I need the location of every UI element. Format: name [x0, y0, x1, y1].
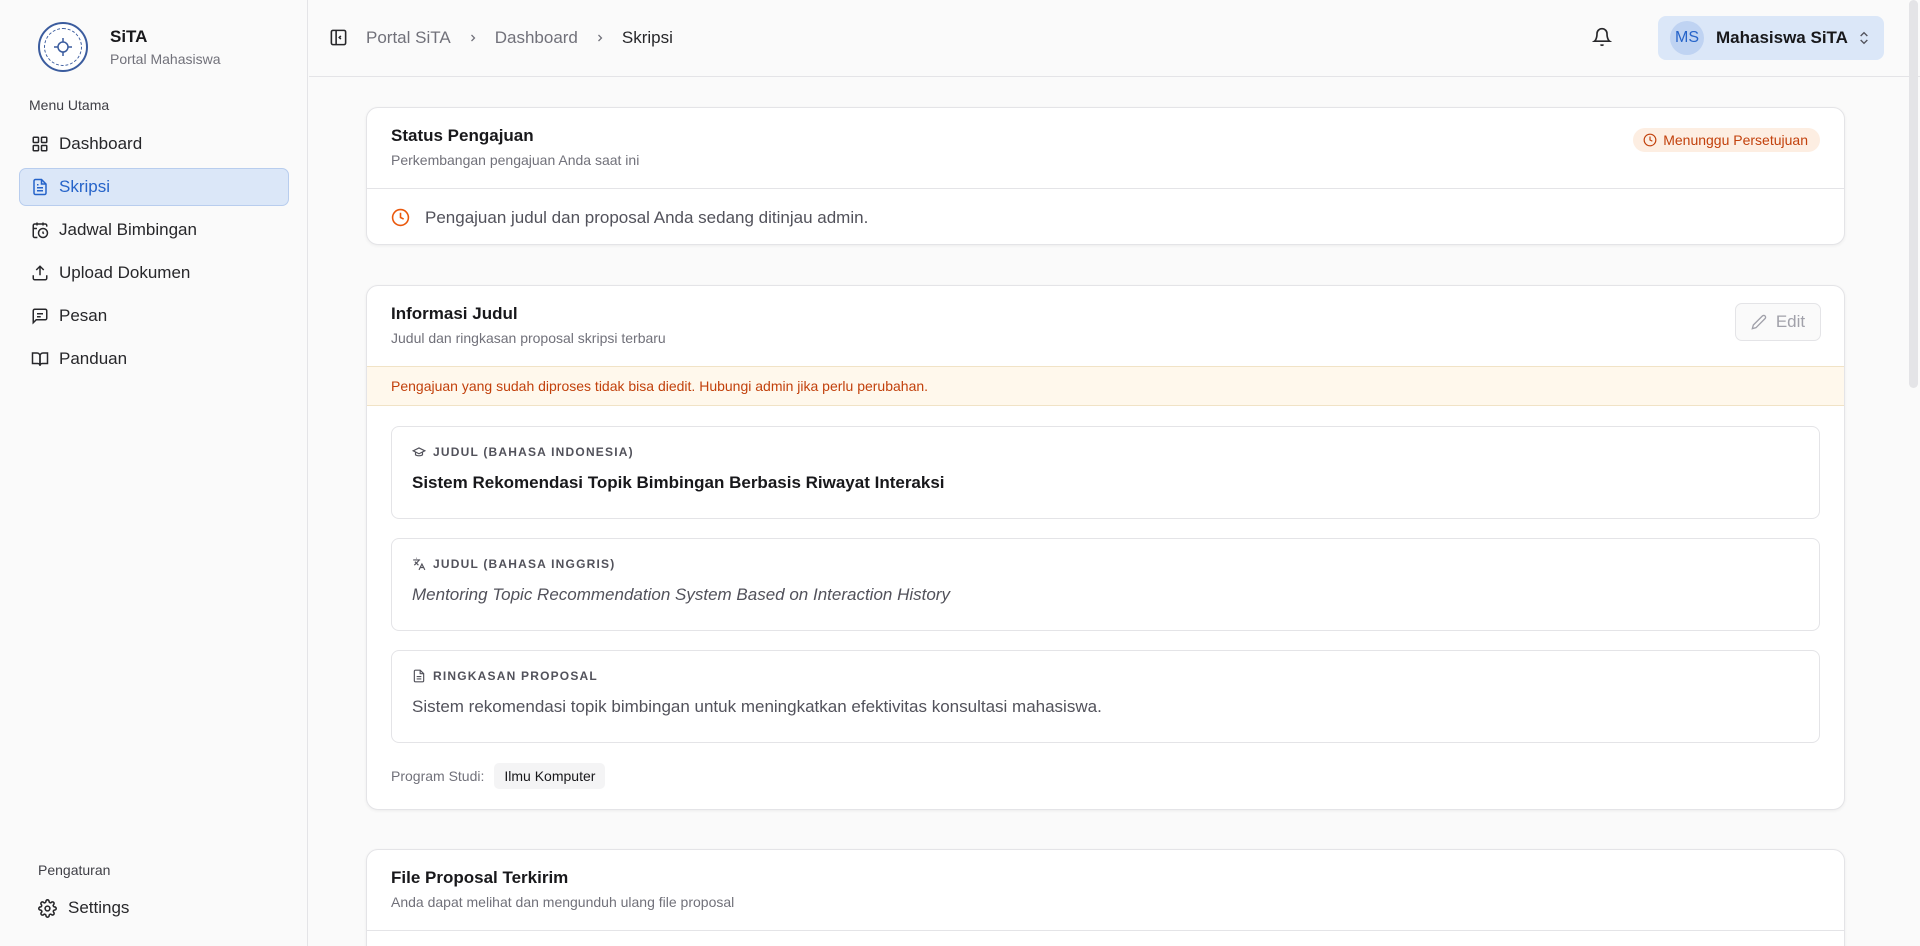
brand-subtitle: Portal Mahasiswa: [110, 51, 221, 67]
status-message: Pengajuan judul dan proposal Anda sedang…: [425, 207, 869, 227]
settings-label-text: Settings: [68, 898, 130, 917]
sidebar-item-label: Panduan: [59, 349, 128, 368]
file-card-title: File Proposal Terkirim: [391, 868, 569, 887]
status-card-title: Status Pengajuan: [391, 126, 534, 145]
breadcrumb-item-current: Skripsi: [621, 28, 673, 47]
clock-icon: [1643, 133, 1657, 147]
settings-section-label: Pengaturan: [38, 862, 111, 878]
menu-section-label: Menu Utama: [29, 97, 110, 113]
program-studi-label: Program Studi:: [391, 768, 485, 784]
gear-icon: [38, 898, 57, 918]
info-card-title: Informasi Judul: [391, 304, 518, 323]
sidebar-item-label: Skripsi: [59, 177, 111, 196]
calendar-clock-icon: [32, 222, 49, 239]
main-nav: Dashboard Skripsi Jadwal Bimbingan Uploa…: [19, 125, 289, 383]
sidebar-item-label: Jadwal Bimbingan: [59, 220, 197, 239]
field-value: Sistem Rekomendasi Topik Bimbingan Berba…: [412, 473, 945, 492]
field-label: RINGKASAN PROPOSAL: [433, 669, 598, 683]
file-text-icon: [413, 669, 425, 683]
clock-icon: [391, 208, 410, 227]
file-card-subtitle: Anda dapat melihat dan mengunduh ulang f…: [391, 894, 735, 910]
brand-title: SiTA: [110, 27, 148, 46]
edit-button[interactable]: Edit: [1735, 303, 1821, 341]
user-name: Mahasiswa SiTA: [1716, 28, 1848, 47]
upload-icon: [32, 265, 48, 281]
sidebar-item-panduan[interactable]: Panduan: [19, 340, 289, 378]
field-value: Mentoring Topic Recommendation System Ba…: [412, 585, 950, 604]
sidebar-item-settings[interactable]: Settings: [38, 898, 129, 918]
field-value: Sistem rekomendasi topik bimbingan untuk…: [412, 697, 1102, 716]
file-proposal-card: File Proposal Terkirim Anda dapat meliha…: [366, 849, 1845, 946]
sidebar-item-upload-dokumen[interactable]: Upload Dokumen: [19, 254, 289, 292]
sidebar-toggle-icon[interactable]: [329, 28, 348, 47]
field-judul-indonesia: JUDUL (BAHASA INDONESIA) Sistem Rekomend…: [391, 426, 1820, 519]
field-label: JUDUL (BAHASA INDONESIA): [433, 445, 634, 459]
pencil-icon: [1751, 314, 1767, 330]
grid-icon: [32, 136, 48, 152]
chevron-right-icon: [597, 34, 603, 42]
field-judul-inggris: JUDUL (BAHASA INGGRIS) Mentoring Topic R…: [391, 538, 1820, 631]
status-badge: Menunggu Persetujuan: [1633, 128, 1820, 152]
sidebar-item-label: Dashboard: [59, 134, 143, 153]
status-badge-label: Menunggu Persetujuan: [1663, 132, 1808, 148]
university-logo: [38, 22, 88, 72]
translate-icon: [413, 557, 426, 571]
sidebar-item-dashboard[interactable]: Dashboard: [19, 125, 289, 163]
field-ringkasan-proposal: RINGKASAN PROPOSAL Sistem rekomendasi to…: [391, 650, 1820, 743]
avatar: MS: [1670, 21, 1704, 55]
breadcrumb-item-dashboard[interactable]: Dashboard: [495, 28, 578, 48]
status-card: Status Pengajuan Perkembangan pengajuan …: [366, 107, 1845, 245]
user-menu-button[interactable]: MS Mahasiswa SiTA: [1658, 16, 1884, 60]
sidebar: SiTA Portal Mahasiswa Menu Utama Dashboa…: [0, 0, 308, 946]
sidebar-item-label: Pesan: [59, 306, 108, 325]
program-studi-row: Program Studi: Ilmu Komputer: [367, 763, 1844, 789]
document-icon: [33, 178, 47, 196]
sidebar-item-label: Upload Dokumen: [59, 263, 191, 282]
page-scrollbar[interactable]: [1909, 0, 1918, 388]
field-label: JUDUL (BAHASA INGGRIS): [433, 557, 616, 571]
info-judul-card: Informasi Judul Judul dan ringkasan prop…: [366, 285, 1845, 810]
book-icon: [31, 352, 49, 366]
edit-warning-banner: Pengajuan yang sudah diproses tidak bisa…: [367, 366, 1844, 406]
sidebar-item-pesan[interactable]: Pesan: [19, 297, 289, 335]
breadcrumb-item-portal[interactable]: Portal SiTA: [366, 28, 451, 48]
edit-button-label: Edit: [1775, 312, 1806, 331]
bell-icon[interactable]: [1592, 27, 1612, 47]
info-card-subtitle: Judul dan ringkasan proposal skripsi ter…: [391, 330, 666, 346]
breadcrumb: Portal SiTA Dashboard Skripsi: [366, 28, 673, 48]
status-card-subtitle: Perkembangan pengajuan Anda saat ini: [391, 152, 640, 168]
message-icon: [32, 308, 48, 325]
chevron-right-icon: [470, 34, 476, 42]
sidebar-item-skripsi[interactable]: Skripsi: [19, 168, 289, 206]
sidebar-item-jadwal-bimbingan[interactable]: Jadwal Bimbingan: [19, 211, 289, 249]
chevrons-up-down-icon: [1860, 31, 1868, 45]
brand[interactable]: SiTA Portal Mahasiswa: [38, 22, 221, 72]
program-studi-tag: Ilmu Komputer: [494, 763, 606, 789]
graduation-cap-icon: [412, 447, 426, 457]
